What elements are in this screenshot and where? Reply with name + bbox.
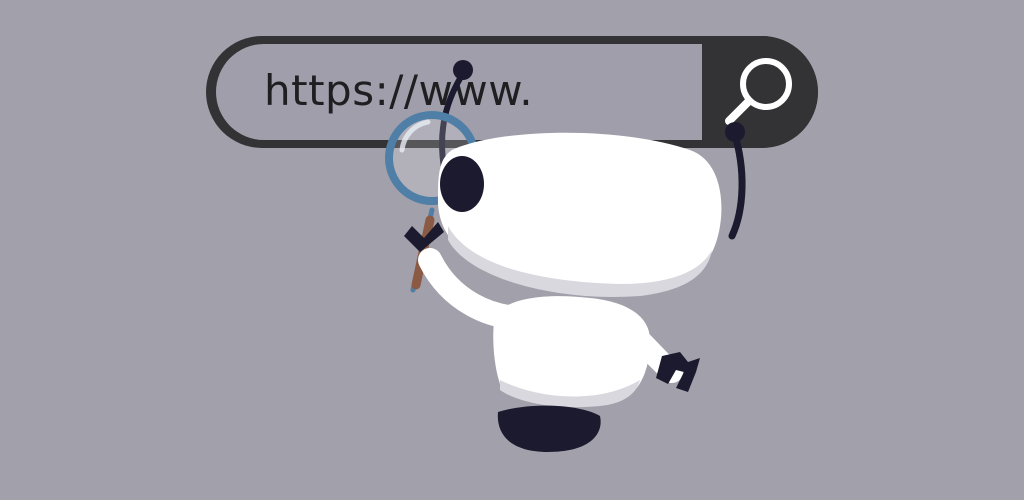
url-text: https://www. [264, 66, 534, 115]
search-icon [725, 58, 792, 125]
robot-arm-left [404, 222, 542, 331]
robot-head [437, 132, 722, 297]
search-bar: https://www. [206, 36, 818, 148]
url-input[interactable]: https://www. [216, 44, 702, 140]
search-button[interactable] [704, 36, 818, 148]
robot-eye [440, 156, 484, 212]
robot-body [493, 296, 650, 408]
robot-base [497, 405, 601, 452]
illustration-canvas: https://www. [0, 0, 1024, 500]
robot-arm-right [619, 319, 700, 392]
